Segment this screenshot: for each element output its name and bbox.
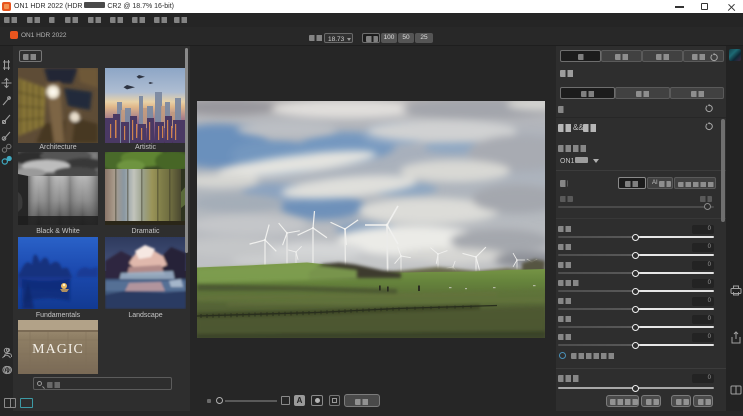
svg-text:MAGIC: MAGIC bbox=[32, 342, 84, 357]
